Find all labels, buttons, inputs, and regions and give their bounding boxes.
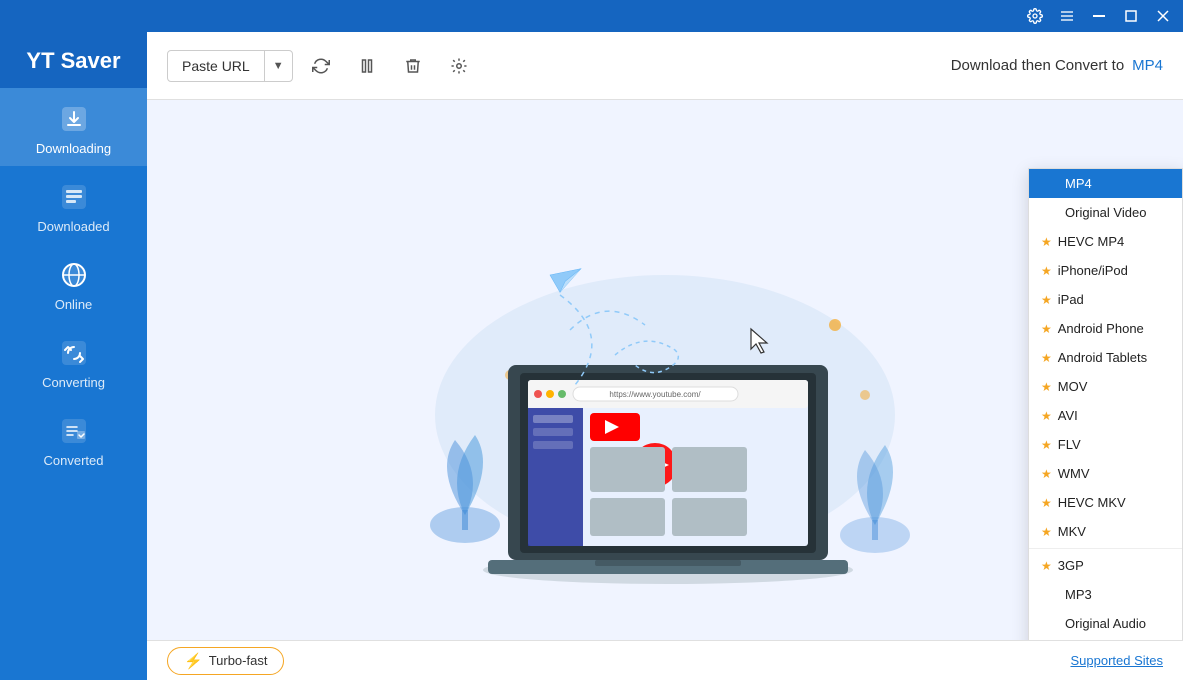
- paste-url-button[interactable]: Paste URL ▼: [167, 50, 293, 82]
- dropdown-item-label: HEVC MP4: [1058, 234, 1124, 249]
- sidebar-label-downloaded: Downloaded: [37, 219, 109, 234]
- sidebar-item-converting[interactable]: Converting: [0, 322, 147, 400]
- star-icon: ★: [1041, 467, 1052, 481]
- settings2-icon: [450, 57, 468, 75]
- refresh-icon: [312, 57, 330, 75]
- dropdown-item-m4a[interactable]: ★M4A: [1029, 638, 1182, 640]
- star-icon: ★: [1041, 235, 1052, 249]
- star-icon: ★: [1041, 380, 1052, 394]
- dropdown-item-mp3[interactable]: MP3: [1029, 580, 1182, 609]
- trash-icon: [404, 57, 422, 75]
- dropdown-item-label: Original Audio: [1065, 616, 1146, 631]
- dropdown-item-label: iPhone/iPod: [1058, 263, 1128, 278]
- converted-icon: [57, 414, 91, 448]
- star-icon: ★: [1041, 559, 1052, 573]
- downloaded-icon: [57, 180, 91, 214]
- lightning-icon: ⚡: [184, 652, 203, 670]
- illustration-svg: https://www.youtube.com/: [375, 155, 955, 585]
- header-text: Download then Convert to: [951, 57, 1124, 74]
- dropdown-item-hevc_mp4[interactable]: ★ HEVC MP4: [1029, 227, 1182, 256]
- settings2-button[interactable]: [441, 48, 477, 84]
- paste-url-dropdown-arrow[interactable]: ▼: [265, 53, 292, 79]
- turbo-fast-badge: ⚡ Turbo-fast: [167, 647, 284, 675]
- delete-button[interactable]: [395, 48, 431, 84]
- dropdown-item-label: Android Phone: [1058, 321, 1144, 336]
- sidebar-label-converted: Converted: [44, 453, 104, 468]
- sidebar-item-converted[interactable]: Converted: [0, 400, 147, 478]
- settings-button[interactable]: [1019, 0, 1051, 32]
- sidebar-item-online[interactable]: Online: [0, 244, 147, 322]
- dropdown-item-avi[interactable]: ★ AVI: [1029, 401, 1182, 430]
- dropdown-item-ipad[interactable]: ★ iPad: [1029, 285, 1182, 314]
- menu-button[interactable]: [1051, 0, 1083, 32]
- svg-text:https://www.youtube.com/: https://www.youtube.com/: [609, 390, 701, 399]
- star-icon: ★: [1041, 264, 1052, 278]
- turbo-label: Turbo-fast: [209, 653, 268, 668]
- dropdown-item-android_tablets[interactable]: ★ Android Tablets: [1029, 343, 1182, 372]
- star-icon: ★: [1041, 525, 1052, 539]
- dropdown-item-android_phone[interactable]: ★ Android Phone: [1029, 314, 1182, 343]
- app-container: YT Saver Downloading Downloaded: [0, 32, 1183, 680]
- dropdown-item-flv[interactable]: ★ FLV: [1029, 430, 1182, 459]
- pause-button[interactable]: [349, 48, 385, 84]
- minimize-button[interactable]: [1083, 0, 1115, 32]
- dropdown-item-label: MP4: [1065, 176, 1092, 191]
- bottombar: ⚡ Turbo-fast Supported Sites: [147, 640, 1183, 680]
- sidebar-label-converting: Converting: [42, 375, 105, 390]
- dropdown-divider: [1029, 548, 1182, 549]
- star-icon: ★: [1041, 351, 1052, 365]
- dropdown-item-label: MOV: [1058, 379, 1088, 394]
- main-area: Paste URL ▼: [147, 32, 1183, 680]
- supported-sites-link[interactable]: Supported Sites: [1070, 653, 1163, 668]
- format-dropdown: MP4 Original Video ★ HEVC MP4 ★ iPhone/iPod ★ i…: [1028, 168, 1183, 640]
- star-icon: ★: [1041, 322, 1052, 336]
- dropdown-item-label: MP3: [1065, 587, 1092, 602]
- pause-icon: [358, 57, 376, 75]
- star-icon: ★: [1041, 409, 1052, 423]
- toolbar-right: Download then Convert to MP4: [951, 57, 1163, 74]
- dropdown-item-label: WMV: [1058, 466, 1090, 481]
- dropdown-item-original_video[interactable]: Original Video: [1029, 198, 1182, 227]
- sidebar-item-downloaded[interactable]: Downloaded: [0, 166, 147, 244]
- sidebar-item-downloading[interactable]: Downloading: [0, 88, 147, 166]
- download-icon: [57, 102, 91, 136]
- sidebar: YT Saver Downloading Downloaded: [0, 32, 147, 680]
- refresh-button[interactable]: [303, 48, 339, 84]
- dropdown-item-hevc_mkv[interactable]: ★ HEVC MKV: [1029, 488, 1182, 517]
- dropdown-item-label: MKV: [1058, 524, 1086, 539]
- converting-icon: [57, 336, 91, 370]
- dropdown-item-label: HEVC MKV: [1058, 495, 1126, 510]
- star-icon: ★: [1041, 438, 1052, 452]
- star-icon: ★: [1041, 293, 1052, 307]
- illustration-area: https://www.youtube.com/: [147, 100, 1183, 640]
- dropdown-item-original_audio[interactable]: Original Audio: [1029, 609, 1182, 638]
- dropdown-item-label: 3GP: [1058, 558, 1084, 573]
- dropdown-item-mov[interactable]: ★ MOV: [1029, 372, 1182, 401]
- titlebar: [0, 0, 1183, 32]
- close-button[interactable]: [1147, 0, 1179, 32]
- sidebar-label-online: Online: [55, 297, 93, 312]
- dropdown-item-label: Original Video: [1065, 205, 1146, 220]
- dropdown-item-wmv[interactable]: ★ WMV: [1029, 459, 1182, 488]
- toolbar: Paste URL ▼: [147, 32, 1183, 100]
- dropdown-item-label: AVI: [1058, 408, 1078, 423]
- dropdown-item-label: Android Tablets: [1058, 350, 1147, 365]
- dropdown-item-mkv[interactable]: ★ MKV: [1029, 517, 1182, 546]
- dropdown-item-3gp[interactable]: ★ 3GP: [1029, 551, 1182, 580]
- dropdown-item-label: iPad: [1058, 292, 1084, 307]
- star-icon: ★: [1041, 496, 1052, 510]
- maximize-button[interactable]: [1115, 0, 1147, 32]
- dropdown-item-iphone_ipod[interactable]: ★ iPhone/iPod: [1029, 256, 1182, 285]
- online-icon: [57, 258, 91, 292]
- app-title: YT Saver: [0, 32, 147, 88]
- dropdown-item-mp4[interactable]: MP4: [1029, 169, 1182, 198]
- dropdown-item-label: FLV: [1058, 437, 1081, 452]
- format-selector-link[interactable]: MP4: [1132, 57, 1163, 74]
- paste-url-label: Paste URL: [168, 51, 265, 81]
- sidebar-label-downloading: Downloading: [36, 141, 111, 156]
